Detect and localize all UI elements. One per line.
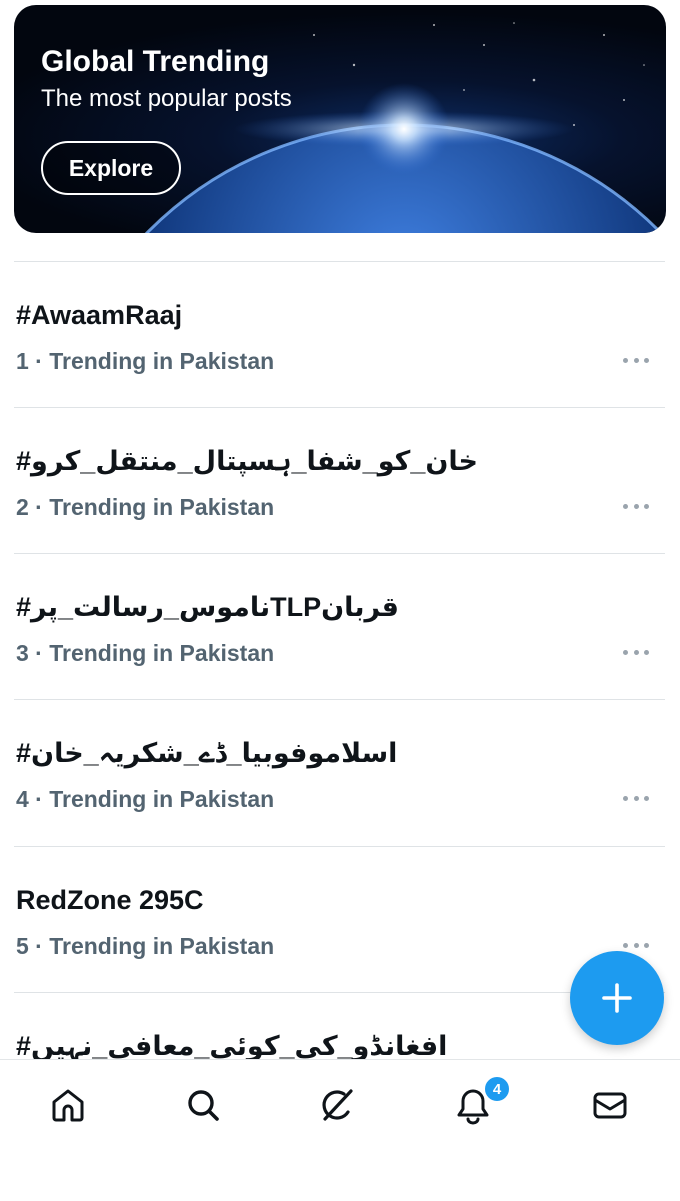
home-icon (52, 1089, 84, 1122)
nav-messages[interactable] (580, 1080, 640, 1130)
global-trending-banner[interactable]: Global Trending The most popular posts E… (14, 5, 666, 233)
banner-title: Global Trending (41, 45, 270, 78)
notifications-badge: 4 (483, 1075, 511, 1103)
more-options-icon[interactable] (623, 494, 649, 518)
trend-item[interactable]: RedZone 295C 5 · Trending in Pakistan (14, 847, 665, 993)
trend-title: #اسلاموفوبیا_ڈے_شکریہ_خان (16, 738, 398, 768)
trend-title: #ناموس_رسالت_پرTLPقربان (16, 592, 399, 622)
trend-item[interactable]: #افغانڈو_کی_کوئی_معافی_نہیں (14, 993, 665, 1059)
more-options-icon[interactable] (623, 786, 649, 810)
trend-item[interactable]: #خان_کو_شفا_ہسپتال_منتقل_کرو 2 · Trendin… (14, 408, 665, 554)
trend-title: #افغانڈو_کی_کوئی_معافی_نہیں (16, 1031, 448, 1059)
more-options-icon[interactable] (623, 640, 649, 664)
trend-title: RedZone 295C (16, 885, 204, 915)
nav-grok[interactable] (307, 1080, 367, 1130)
grok-icon (322, 1089, 353, 1121)
trend-title: #خان_کو_شفا_ہسپتال_منتقل_کرو (16, 446, 478, 476)
plus-icon (602, 983, 632, 1013)
trend-title: #AwaamRaaj (16, 300, 183, 330)
explore-button[interactable]: Explore (41, 141, 181, 195)
trend-item[interactable]: #AwaamRaaj 1 · Trending in Pakistan (14, 262, 665, 408)
search-icon (188, 1090, 219, 1121)
trend-meta: 4 · Trending in Pakistan (16, 786, 275, 812)
earth-image (144, 22, 664, 233)
trend-item[interactable]: #ناموس_رسالت_پرTLPقربان 3 · Trending in … (14, 554, 665, 700)
banner-subtitle: The most popular posts (41, 85, 292, 112)
trend-item[interactable]: #اسلاموفوبیا_ڈے_شکریہ_خان 4 · Trending i… (14, 700, 665, 846)
trend-meta: 3 · Trending in Pakistan (16, 640, 275, 666)
bottom-nav: 4 (0, 1059, 680, 1201)
more-options-icon[interactable] (623, 348, 649, 372)
compose-button[interactable] (570, 951, 664, 1045)
nav-home[interactable] (38, 1080, 98, 1130)
trend-meta: 1 · Trending in Pakistan (16, 348, 275, 374)
trend-meta: 5 · Trending in Pakistan (16, 933, 275, 959)
mail-icon (593, 1092, 627, 1119)
nav-search[interactable] (173, 1080, 233, 1130)
trend-meta: 2 · Trending in Pakistan (16, 494, 275, 520)
